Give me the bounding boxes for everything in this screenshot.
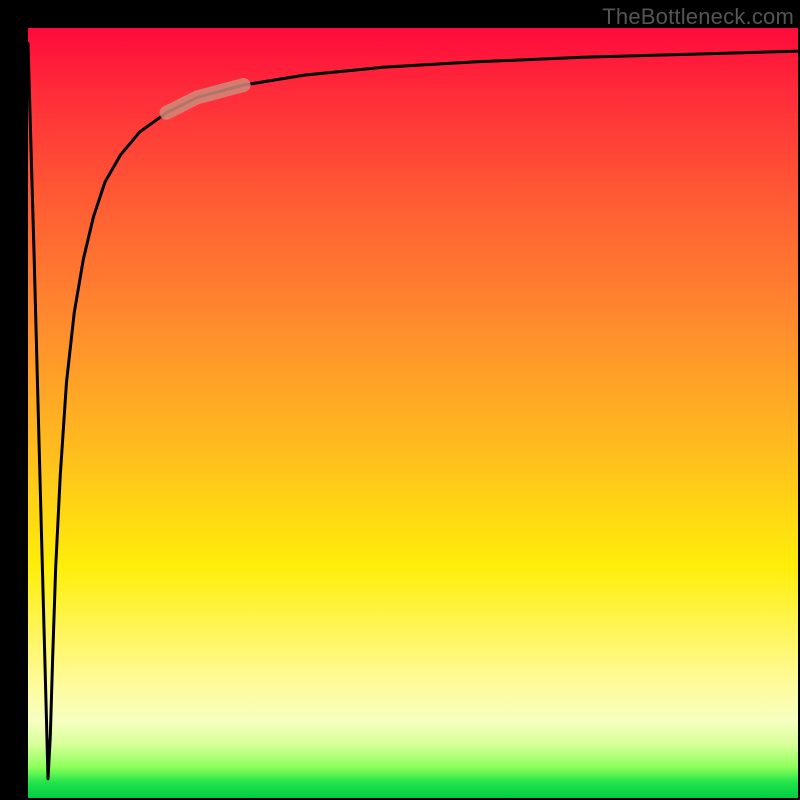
watermark-text: TheBottleneck.com: [602, 4, 794, 30]
bottleneck-curve: [28, 43, 798, 778]
chart-frame: TheBottleneck.com: [0, 0, 800, 800]
curve-overlay: [28, 28, 798, 798]
curve-highlight-segment: [167, 85, 244, 113]
